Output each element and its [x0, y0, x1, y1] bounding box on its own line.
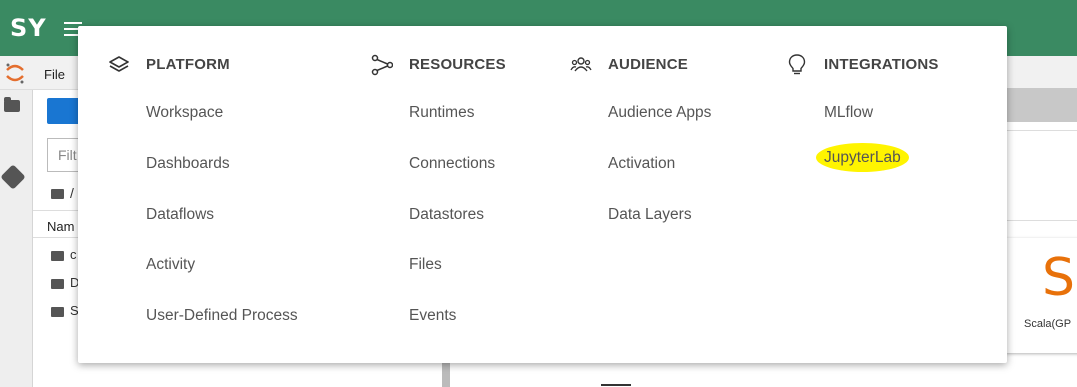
menu-header-label: RESOURCES [409, 56, 506, 73]
activity-bar [0, 90, 33, 387]
jupyter-logo-icon [6, 63, 24, 84]
menu-item-workspace[interactable]: Workspace [146, 104, 223, 122]
list-item-label: c [70, 247, 77, 262]
folder-icon [51, 306, 64, 317]
menu-item-events[interactable]: Events [409, 307, 456, 325]
menu-item-user-defined-process[interactable]: User-Defined Process [146, 307, 298, 325]
scrollbar[interactable] [442, 362, 450, 387]
menu-item-audience-apps[interactable]: Audience Apps [608, 104, 711, 122]
list-item[interactable]: D [51, 275, 81, 290]
menu-item-dataflows[interactable]: Dataflows [146, 206, 214, 224]
lightbulb-icon [788, 54, 806, 75]
folder-icon [51, 278, 64, 289]
folder-icon [51, 189, 64, 200]
menu-item-dashboards[interactable]: Dashboards [146, 155, 230, 173]
divider [1006, 130, 1077, 131]
menu-item-connections[interactable]: Connections [409, 155, 495, 173]
list-item[interactable]: S [51, 303, 81, 318]
folder-icon[interactable] [4, 97, 20, 112]
menu-item-activation[interactable]: Activation [608, 155, 675, 173]
brand-logo[interactable]: SY [10, 14, 47, 42]
people-icon [570, 57, 592, 72]
breadcrumb[interactable]: / [51, 185, 74, 201]
scala-logo-icon: S [1042, 248, 1076, 308]
menu-item-mlflow[interactable]: MLflow [824, 104, 873, 122]
layers-icon [109, 56, 129, 72]
breadcrumb-path: / [70, 185, 74, 201]
menu-file[interactable]: File [44, 67, 65, 82]
launcher-tab-bar [1000, 88, 1077, 122]
menu-item-jupyterlab[interactable]: JupyterLab [816, 143, 909, 172]
menu-item-activity[interactable]: Activity [146, 256, 195, 274]
divider [601, 384, 631, 386]
menu-header-label: AUDIENCE [608, 56, 688, 73]
navigation-mega-menu: PLATFORM Workspace Dashboards Dataflows … [78, 26, 1007, 363]
git-icon[interactable] [0, 164, 26, 190]
divider [1006, 220, 1077, 221]
menu-item-data-layers[interactable]: Data Layers [608, 206, 692, 224]
folder-icon [51, 250, 64, 261]
menu-header-label: PLATFORM [146, 56, 230, 73]
kernel-card-scala[interactable]: S Scala(GP [1006, 238, 1077, 353]
list-item[interactable]: c [51, 247, 81, 262]
kernel-card-label: Scala(GP [1024, 318, 1072, 330]
menu-item-runtimes[interactable]: Runtimes [409, 104, 474, 122]
menu-item-files[interactable]: Files [409, 256, 442, 274]
share-nodes-icon [371, 54, 393, 76]
highlight-mark: JupyterLab [816, 143, 909, 172]
menu-item-datastores[interactable]: Datastores [409, 206, 484, 224]
menu-header-label: INTEGRATIONS [824, 56, 939, 73]
